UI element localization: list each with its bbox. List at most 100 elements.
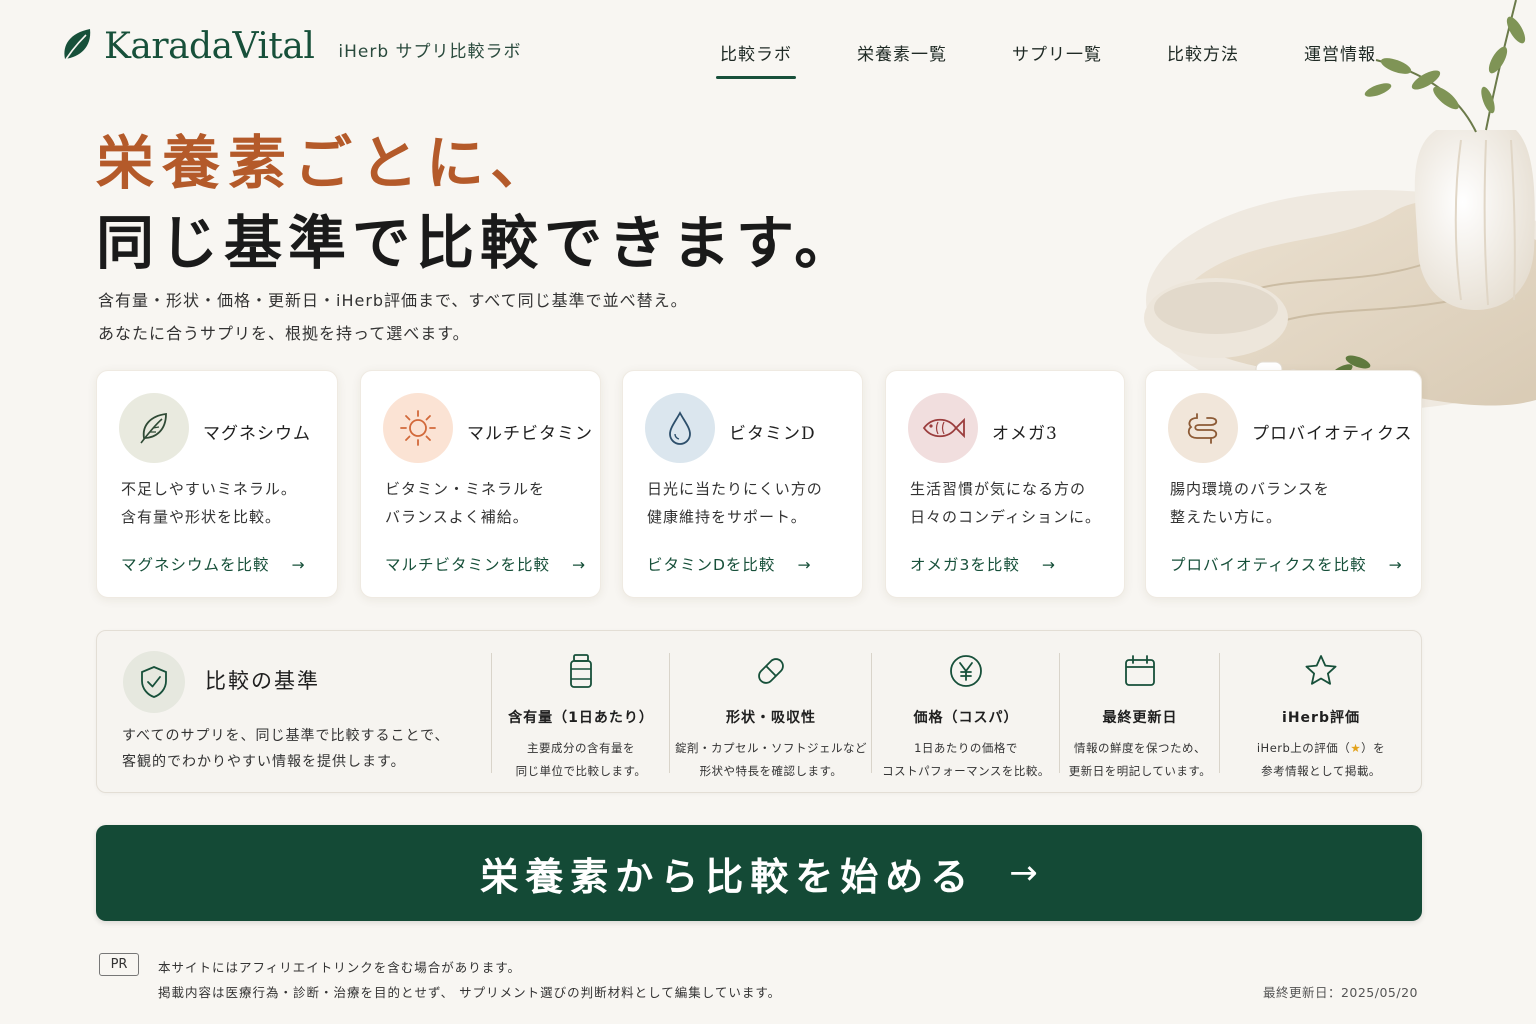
arrow-right-icon: → bbox=[1388, 556, 1403, 574]
card-icon-badge bbox=[645, 393, 715, 463]
brand-subtitle: iHerb サプリ比較ラボ bbox=[338, 42, 522, 62]
criterion-desc-line: 同じ単位で比較します。 bbox=[515, 764, 647, 778]
card-desc-line: バランスよく補給。 bbox=[385, 508, 529, 526]
card-title: マルチビタミン bbox=[467, 424, 593, 444]
criterion-last-updated: 最終更新日 情報の鮮度を保つため、 更新日を明記しています。 bbox=[1061, 653, 1219, 778]
compare-vitamin-d-link[interactable]: ビタミンDを比較 → bbox=[647, 553, 811, 575]
criterion-desc-part: ）を bbox=[1361, 741, 1386, 755]
comparison-criteria-panel: 比較の基準 すべてのサプリを、同じ基準で比較することで、 客観的でわかりやすい情… bbox=[96, 630, 1422, 793]
compare-multivitamin-link[interactable]: マルチビタミンを比較 → bbox=[385, 553, 586, 575]
affiliate-disclosure: 本サイトにはアフィリエイトリンクを含む場合があります。 bbox=[158, 960, 522, 975]
brand-name: KaradaVital bbox=[104, 26, 315, 67]
card-desc-line: 日光に当たりにくい方の bbox=[647, 480, 823, 498]
arrow-right-icon: → bbox=[797, 556, 812, 574]
shield-check-icon bbox=[141, 666, 167, 698]
card-desc-line: 日々のコンディションに。 bbox=[910, 508, 1101, 526]
card-desc-line: 腸内環境のバランスを bbox=[1170, 480, 1330, 498]
medical-disclaimer: 掲載内容は医療行為・診断・治療を目的とせず、 サプリメント選びの判断材料として編… bbox=[158, 985, 782, 1000]
hero-headline-accent: 栄養素ごとに、 bbox=[96, 129, 557, 197]
drop-icon bbox=[669, 411, 691, 445]
arrow-right-icon: → bbox=[572, 556, 587, 574]
card-description: ビタミン・ミネラルを バランスよく補給。 bbox=[385, 475, 545, 531]
card-title: オメガ3 bbox=[992, 424, 1058, 444]
nutrient-card-vitamin-d[interactable]: ビタミンD 日光に当たりにくい方の 健康維持をサポート。 ビタミンDを比較 → bbox=[622, 370, 863, 598]
hero-headline: 同じ基準で比較できます。 bbox=[96, 209, 859, 277]
nutrient-card-omega3[interactable]: オメガ3 生活習慣が気になる方の 日々のコンディションに。 オメガ3を比較 → bbox=[885, 370, 1125, 598]
card-icon-badge bbox=[119, 393, 189, 463]
criterion-desc-part: iHerb上の評価（ bbox=[1256, 741, 1351, 755]
card-title: プロバイオティクス bbox=[1252, 424, 1413, 444]
hero-lead-line-2: あなたに合うサプリを、根拠を持って選べます。 bbox=[98, 324, 470, 343]
card-link-label: マグネシウムを比較 bbox=[121, 556, 270, 574]
card-description: 日光に当たりにくい方の 健康維持をサポート。 bbox=[647, 475, 823, 531]
pr-badge: PR bbox=[99, 953, 139, 976]
criterion-title: 価格（コスパ） bbox=[913, 710, 1019, 726]
card-description: 不足しやすいミネラル。 含有量や形状を比較。 bbox=[121, 475, 297, 531]
criterion-content-amount: 含有量（1日あたり） 主要成分の含有量を 同じ単位で比較します。 bbox=[493, 653, 669, 778]
star-filled-icon: ★ bbox=[1350, 741, 1362, 755]
criterion-form-absorption: 形状・吸収性 錠剤・カプセル・ソフトジェルなど 形状や特長を確認します。 bbox=[671, 653, 871, 778]
main-nav: 比較ラボ 栄養素一覧 サプリ一覧 比較方法 運営情報 bbox=[716, 38, 1437, 79]
leaf-icon bbox=[140, 412, 167, 444]
nutrient-card-magnesium[interactable]: マグネシウム 不足しやすいミネラル。 含有量や形状を比較。 マグネシウムを比較 → bbox=[96, 370, 338, 598]
nav-item-supplements[interactable]: サプリ一覧 bbox=[1008, 38, 1106, 79]
yen-icon bbox=[950, 655, 982, 687]
nutrient-card-multivitamin[interactable]: マルチビタミン ビタミン・ミネラルを バランスよく補給。 マルチビタミンを比較 → bbox=[360, 370, 601, 598]
criterion-desc-line: 参考情報として掲載。 bbox=[1261, 764, 1381, 778]
compare-magnesium-link[interactable]: マグネシウムを比較 → bbox=[121, 553, 306, 575]
criteria-description: すべてのサプリを、同じ基準で比較することで、 客観的でわかりやすい情報を提供しま… bbox=[122, 723, 449, 775]
criteria-badge bbox=[123, 651, 185, 713]
sun-icon bbox=[400, 410, 436, 446]
card-link-label: オメガ3を比較 bbox=[910, 556, 1020, 574]
criterion-desc-line: 形状や特長を確認します。 bbox=[699, 764, 843, 778]
criterion-title: 形状・吸収性 bbox=[726, 710, 816, 726]
criterion-iherb-rating: iHerb評価 iHerb上の評価（★）を 参考情報として掲載。 bbox=[1221, 653, 1421, 778]
divider bbox=[491, 653, 492, 773]
card-title: ビタミンD bbox=[729, 424, 816, 444]
cta-label: 栄養素から比較を始める bbox=[480, 853, 976, 899]
criterion-desc-line: 主要成分の含有量を bbox=[527, 741, 635, 755]
arrow-right-icon: → bbox=[1009, 853, 1038, 893]
site-header: KaradaVital iHerb サプリ比較ラボ 比較ラボ 栄養素一覧 サプリ… bbox=[0, 0, 1536, 100]
card-icon-badge bbox=[383, 393, 453, 463]
divider bbox=[871, 653, 872, 773]
criterion-title: iHerb評価 bbox=[1282, 710, 1360, 726]
gut-icon bbox=[1187, 413, 1218, 444]
divider bbox=[1059, 653, 1060, 773]
criteria-title: 比較の基準 bbox=[205, 669, 320, 693]
card-description: 腸内環境のバランスを 整えたい方に。 bbox=[1170, 475, 1330, 531]
leaf-icon bbox=[61, 28, 91, 66]
nav-item-method[interactable]: 比較方法 bbox=[1163, 38, 1243, 79]
hero-lead-line-1: 含有量・形状・価格・更新日・iHerb評価まで、すべて同じ基準で並べ替え。 bbox=[98, 291, 688, 310]
card-link-label: プロバイオティクスを比較 bbox=[1170, 556, 1367, 574]
arrow-right-icon: → bbox=[1041, 556, 1056, 574]
card-desc-line: 生活習慣が気になる方の bbox=[910, 480, 1087, 498]
last-updated-date: 最終更新日：2025/05/20 bbox=[1262, 985, 1418, 1000]
compare-omega3-link[interactable]: オメガ3を比較 → bbox=[910, 553, 1056, 575]
criterion-title: 含有量（1日あたり） bbox=[508, 710, 654, 726]
criterion-desc-line: 更新日を明記しています。 bbox=[1068, 764, 1212, 778]
nutrient-card-probiotics[interactable]: プロバイオティクス 腸内環境のバランスを 整えたい方に。 プロバイオティクスを比… bbox=[1145, 370, 1422, 598]
start-comparison-button[interactable]: 栄養素から比較を始める → bbox=[96, 825, 1422, 921]
fish-icon bbox=[922, 417, 965, 439]
card-desc-line: ビタミン・ミネラルを bbox=[385, 480, 546, 498]
criterion-desc-line: 情報の鮮度を保つため、 bbox=[1074, 741, 1206, 755]
divider bbox=[1219, 653, 1220, 773]
compare-probiotics-link[interactable]: プロバイオティクスを比較 → bbox=[1170, 553, 1403, 575]
nav-item-about[interactable]: 運営情報 bbox=[1300, 38, 1380, 79]
card-link-label: ビタミンDを比較 bbox=[647, 556, 776, 574]
card-link-label: マルチビタミンを比較 bbox=[385, 556, 551, 574]
criterion-desc-line: 錠剤・カプセル・ソフトジェルなど bbox=[675, 741, 867, 755]
card-icon-badge bbox=[1168, 393, 1238, 463]
card-description: 生活習慣が気になる方の 日々のコンディションに。 bbox=[910, 475, 1101, 531]
card-title: マグネシウム bbox=[203, 424, 311, 444]
nav-item-lab[interactable]: 比較ラボ bbox=[716, 38, 796, 79]
hero-lead: 含有量・形状・価格・更新日・iHerb評価まで、すべて同じ基準で並べ替え。 あな… bbox=[98, 284, 688, 350]
criteria-desc-line: 客観的でわかりやすい情報を提供します。 bbox=[122, 754, 406, 770]
site-logo[interactable]: KaradaVital iHerb サプリ比較ラボ bbox=[60, 26, 522, 67]
card-desc-line: 含有量や形状を比較。 bbox=[121, 508, 282, 526]
calendar-icon bbox=[1125, 655, 1155, 686]
divider bbox=[669, 653, 670, 773]
nav-item-nutrients[interactable]: 栄養素一覧 bbox=[853, 38, 951, 79]
criterion-desc-line: iHerb上の評価（★）を bbox=[1221, 737, 1421, 760]
